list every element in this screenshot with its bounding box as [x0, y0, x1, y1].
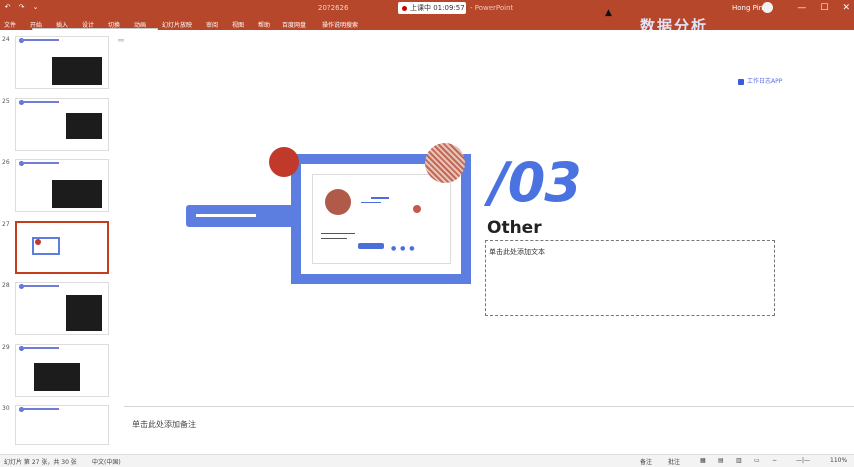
thumb-screenshot — [66, 295, 102, 331]
tab-file[interactable]: 文件 — [4, 20, 16, 29]
thumb-heading — [19, 39, 59, 41]
slide-thumbnail[interactable] — [15, 36, 109, 89]
slide-canvas[interactable]: 工作日志APP ● ● ● /03 Other 单击此处添加文本 — [124, 30, 846, 406]
illustration-line — [321, 233, 355, 234]
illustration-button — [358, 243, 384, 249]
slide-thumbnail[interactable] — [15, 405, 109, 445]
section-title[interactable]: Other — [487, 218, 542, 238]
illustration-search-bar — [186, 205, 301, 227]
slide-thumbnail[interactable] — [15, 282, 109, 335]
reading-view-icon[interactable]: ▥ — [736, 457, 742, 464]
thumb-heading — [19, 347, 59, 349]
tab-view[interactable]: 视图 — [232, 20, 244, 29]
brand-label: 工作日志APP — [747, 78, 783, 85]
brand-logo: 工作日志APP — [738, 76, 782, 85]
illustration-line — [371, 197, 389, 199]
thumb-number: 30 — [2, 405, 10, 412]
status-bar: 幻灯片 第 27 张，共 30 张 中文(中国) 备注 批注 ▦ ▤ ▥ ▭ −… — [0, 454, 854, 467]
thumb-heading — [19, 408, 59, 410]
illustration-line — [361, 202, 381, 203]
thumb-number: 25 — [2, 98, 10, 105]
tab-baidu[interactable]: 百度网盘 — [282, 20, 306, 29]
thumb-number: 27 — [2, 221, 10, 228]
illustration-dots-icon: ● ● ● — [391, 245, 416, 252]
document-title: 20?2626 — [318, 4, 349, 12]
body-placeholder: 单击此处添加文本 — [489, 248, 545, 256]
section-number[interactable]: /03 — [489, 154, 582, 212]
thumb-number: 24 — [2, 36, 10, 43]
thumb-screenshot — [34, 363, 80, 391]
tell-me-search[interactable]: 操作说明搜索 — [322, 20, 358, 29]
comments-button[interactable]: 批注 — [668, 457, 680, 466]
sorter-view-icon[interactable]: ▤ — [718, 457, 724, 464]
title-bar: ↶ ↷ ⌄ 20?2626 上课中 01:09:57 - PowerPoint … — [0, 0, 854, 18]
thumb-red-dot — [35, 239, 41, 245]
body-textbox[interactable]: 单击此处添加文本 — [485, 240, 775, 316]
undo-icon[interactable]: ↶ — [3, 3, 12, 12]
avatar[interactable] — [762, 2, 773, 13]
normal-view-icon[interactable]: ▦ — [700, 457, 706, 464]
thumb-heading — [19, 285, 59, 287]
zoom-out-icon[interactable]: − — [772, 457, 777, 464]
illustration-circle — [325, 189, 351, 215]
illustration-screen: ● ● ● — [312, 174, 451, 264]
tab-review[interactable]: 审阅 — [206, 20, 218, 29]
zoom-slider[interactable]: —|— — [796, 457, 810, 464]
close-button[interactable]: ✕ — [842, 2, 850, 14]
thumb-heading — [19, 101, 59, 103]
slide-thumbnail[interactable] — [15, 98, 109, 151]
tab-help[interactable]: 帮助 — [258, 20, 270, 29]
customize-icon[interactable]: ⌄ — [31, 3, 40, 12]
notes-placeholder: 单击此处添加备注 — [132, 420, 196, 429]
thumb-number: 26 — [2, 159, 10, 166]
slide-thumbnails-pane: 24 25 26 27 28 29 30 — [0, 30, 118, 454]
minimize-button[interactable]: — — [797, 2, 806, 14]
decor-circle-hatched — [425, 143, 465, 183]
notes-pane[interactable]: 单击此处添加备注 — [124, 406, 854, 455]
app-logo-icon — [738, 78, 744, 85]
zoom-level[interactable]: 110% — [830, 457, 847, 464]
thumb-number: 29 — [2, 344, 10, 351]
slide-counter: 幻灯片 第 27 张，共 30 张 — [4, 459, 77, 466]
thumb-screenshot — [52, 57, 102, 85]
tab-slideshow[interactable]: 幻灯片放映 — [162, 20, 192, 29]
decor-circle-red — [269, 147, 299, 177]
quick-access-toolbar: ↶ ↷ ⌄ — [3, 3, 40, 12]
slide-thumbnail-selected[interactable] — [15, 221, 109, 274]
record-icon — [402, 5, 407, 11]
thumb-number: 28 — [2, 282, 10, 289]
thumb-screenshot — [66, 113, 102, 139]
thumb-screenshot — [52, 180, 102, 208]
illustration-dot — [413, 205, 421, 213]
notes-button[interactable]: 备注 — [640, 457, 652, 466]
illustration-line — [321, 238, 347, 239]
language-indicator[interactable]: 中文(中国) — [92, 457, 121, 466]
slide-thumbnail[interactable] — [15, 159, 109, 212]
recording-label: 上课中 01:09:57 — [410, 4, 465, 12]
slide-thumbnail[interactable] — [15, 344, 109, 397]
app-name: - PowerPoint — [470, 4, 514, 12]
thumb-heading — [19, 162, 59, 164]
redo-icon[interactable]: ↷ — [17, 3, 26, 12]
slideshow-view-icon[interactable]: ▭ — [754, 457, 760, 464]
maximize-button[interactable]: ☐ — [820, 2, 828, 14]
recording-indicator[interactable]: 上课中 01:09:57 — [398, 2, 466, 14]
